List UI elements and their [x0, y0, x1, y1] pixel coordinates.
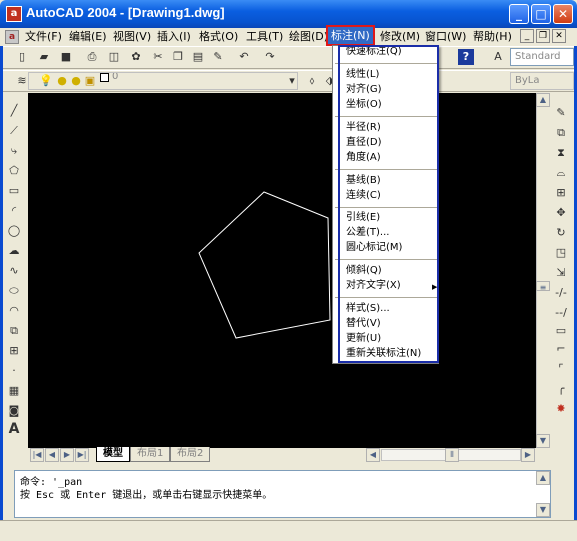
ellipse-icon[interactable]: ⬭	[6, 283, 22, 299]
trim-icon[interactable]: -/-	[553, 285, 569, 301]
horizontal-scroll-thumb[interactable]: ⦀	[445, 448, 459, 462]
stretch-icon[interactable]: ⇲	[553, 265, 569, 281]
array-icon[interactable]: ⊞	[553, 185, 569, 201]
mdi-restore-button[interactable]: ❐	[536, 29, 550, 43]
fillet-icon[interactable]: ╭	[553, 381, 569, 397]
minimize-button[interactable]: _	[509, 4, 529, 24]
layer-dropdown-chevron-icon[interactable]: ▾	[284, 73, 300, 89]
menu-draw[interactable]: 绘图(D)	[286, 29, 331, 45]
polyline-icon[interactable]: ⤷	[6, 143, 22, 159]
menu-modify[interactable]: 修改(M)	[377, 29, 423, 45]
make-block-icon[interactable]: ⊞	[6, 343, 22, 359]
vertical-scroll-thumb[interactable]: ≡	[536, 281, 550, 292]
mirror-icon[interactable]: ⧗	[553, 145, 569, 161]
command-scroll-up-button[interactable]: ▲	[536, 471, 550, 485]
revcloud-icon[interactable]: ☁	[6, 243, 22, 259]
menu-edit[interactable]: 编辑(E)	[66, 29, 110, 45]
explode-icon[interactable]: ✸	[553, 401, 569, 417]
menu-dimension[interactable]: 标注(N)	[326, 25, 375, 46]
tab-first-button[interactable]: |◀	[30, 448, 44, 462]
drawing-canvas[interactable]	[28, 93, 536, 448]
tab-next-button[interactable]: ▶	[60, 448, 74, 462]
break-point-icon[interactable]: ▭	[553, 323, 569, 339]
spline-icon[interactable]: ∿	[6, 263, 22, 279]
scroll-down-button[interactable]: ▼	[536, 434, 550, 448]
hatch-icon[interactable]: ▦	[6, 383, 22, 399]
copy-object-icon[interactable]: ⧉	[553, 125, 569, 141]
line-icon[interactable]: ╱	[6, 103, 22, 119]
open-icon[interactable]: ▰	[36, 49, 52, 65]
pentagon-drawing	[198, 191, 331, 339]
help-icon[interactable]: ?	[458, 49, 474, 65]
menu-tools[interactable]: 工具(T)	[243, 29, 286, 45]
tab-prev-button[interactable]: ◀	[45, 448, 59, 462]
modify-toolbar: ✎ ⧉ ⧗ ⌓ ⊞ ✥ ↻ ◳ ⇲ -/- --/ ▭ ⌐ ⌜ ╭ ✸	[551, 95, 573, 425]
save-icon[interactable]: ■	[58, 49, 74, 65]
status-bar	[0, 520, 577, 541]
text-style-select[interactable]: Standard	[510, 48, 574, 66]
tab-layout2[interactable]: 布局2	[170, 447, 211, 462]
layer-select[interactable]	[28, 72, 298, 90]
menu-file[interactable]: 文件(F)	[22, 29, 65, 45]
text-style-icon[interactable]: A	[490, 49, 506, 65]
rotate-icon[interactable]: ↻	[553, 225, 569, 241]
arc-icon[interactable]: ◜	[6, 203, 22, 219]
draw-toolbar: ╱ ⟋ ⤷ ⬠ ▭ ◜ ◯ ☁ ∿ ⬭ ◠ ⧉ ⊞ · ▦ ◙ A	[4, 95, 26, 437]
undo-icon[interactable]: ↶	[236, 49, 252, 65]
pentagon-shape[interactable]	[198, 191, 331, 339]
circle-icon[interactable]: ◯	[6, 223, 22, 239]
point-icon[interactable]: ·	[6, 363, 22, 379]
rectangle-icon[interactable]: ▭	[6, 183, 22, 199]
mtext-icon[interactable]: A	[6, 421, 22, 437]
matchprop-icon[interactable]: ✎	[210, 49, 226, 65]
move-icon[interactable]: ✥	[553, 205, 569, 221]
break-icon[interactable]: ⌐	[553, 341, 569, 357]
make-layer-current-icon[interactable]: ⬨	[304, 73, 320, 89]
dropdown-highlight-frame	[338, 45, 439, 363]
vertical-scrollbar[interactable]: ▲ ≡ ▼	[536, 93, 550, 448]
tab-last-button[interactable]: ▶|	[75, 448, 89, 462]
window-title: AutoCAD 2004 - [Drawing1.dwg]	[26, 5, 225, 20]
tab-layout1[interactable]: 布局1	[130, 447, 171, 462]
publish-icon[interactable]: ✿	[128, 49, 144, 65]
new-icon[interactable]: ▯	[14, 49, 30, 65]
polygon-icon[interactable]: ⬠	[6, 163, 22, 179]
document-icon[interactable]: a	[5, 30, 19, 44]
close-button[interactable]: ✕	[553, 4, 573, 24]
linetype-select[interactable]: ByLa	[510, 72, 574, 90]
scroll-up-button[interactable]: ▲	[536, 93, 550, 107]
preview-icon[interactable]: ◫	[106, 49, 122, 65]
erase-icon[interactable]: ✎	[553, 105, 569, 121]
scroll-right-button[interactable]: ▶	[521, 448, 535, 462]
window-border-left	[0, 28, 3, 541]
mdi-minimize-button[interactable]: _	[520, 29, 534, 43]
menu-format[interactable]: 格式(O)	[196, 29, 241, 45]
tab-model[interactable]: 模型	[96, 447, 130, 462]
region-icon[interactable]: ◙	[6, 403, 22, 419]
scale-icon[interactable]: ◳	[553, 245, 569, 261]
command-scroll-down-button[interactable]: ▼	[536, 503, 550, 517]
paste-icon[interactable]: ▤	[190, 49, 206, 65]
menu-window[interactable]: 窗口(W)	[422, 29, 469, 45]
offset-icon[interactable]: ⌓	[553, 165, 569, 181]
menu-view[interactable]: 视图(V)	[110, 29, 154, 45]
insert-block-icon[interactable]: ⧉	[6, 323, 22, 339]
redo-icon[interactable]: ↷	[262, 49, 278, 65]
menu-help[interactable]: 帮助(H)	[470, 29, 515, 45]
print-icon[interactable]: ⎙	[84, 49, 100, 65]
extend-icon[interactable]: --/	[553, 305, 569, 321]
ray-icon[interactable]: ⟋	[6, 123, 22, 139]
autocad-app-icon[interactable]: a	[6, 6, 22, 22]
mdi-close-button[interactable]: ✕	[552, 29, 566, 43]
ellipse-arc-icon[interactable]: ◠	[6, 303, 22, 319]
chamfer-icon[interactable]: ⌜	[553, 361, 569, 377]
command-prompt-line: 按 Esc 或 Enter 键退出，或单击右键显示快捷菜单。	[20, 490, 273, 501]
scroll-left-button[interactable]: ◀	[366, 448, 380, 462]
maximize-button[interactable]: □	[531, 4, 551, 24]
cut-icon[interactable]: ✂	[150, 49, 166, 65]
menu-insert[interactable]: 插入(I)	[154, 29, 194, 45]
copy-icon[interactable]: ❐	[170, 49, 186, 65]
